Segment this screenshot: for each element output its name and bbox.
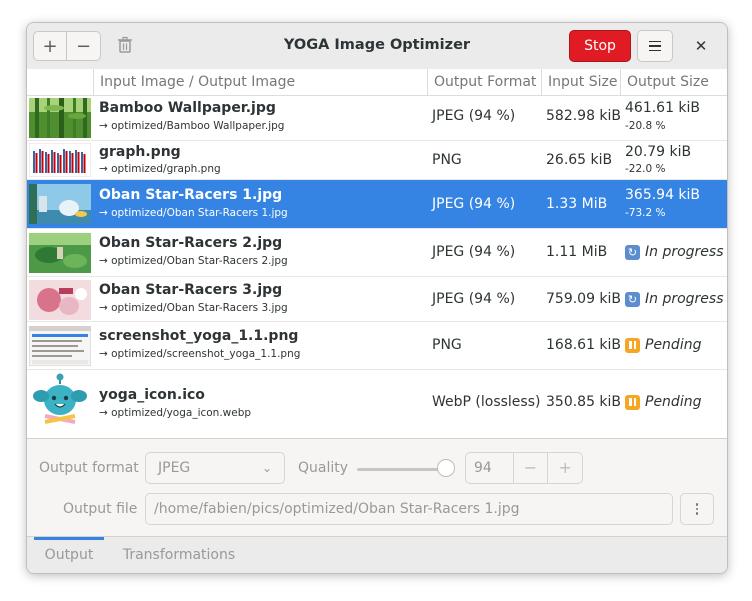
- size-ratio: -73.2 %: [625, 207, 666, 219]
- quality-value[interactable]: 94: [466, 453, 514, 483]
- column-header-input-size[interactable]: Input Size: [541, 69, 620, 95]
- input-size: 759.09 kiB: [546, 291, 622, 307]
- input-filename: graph.png: [99, 144, 181, 160]
- output-format: JPEG (94 %): [432, 244, 516, 260]
- output-filename: → optimized/Oban Star-Racers 3.jpg: [99, 302, 288, 314]
- output-format-label: Output format: [39, 460, 139, 476]
- output-format-dropdown[interactable]: JPEG ⌄: [145, 452, 285, 484]
- column-header-format[interactable]: Output Format: [427, 69, 541, 95]
- output-format: JPEG (94 %): [432, 291, 516, 307]
- main-menu-button[interactable]: [637, 30, 673, 62]
- output-filename: → optimized/screenshot_yoga_1.1.png: [99, 348, 301, 360]
- pause-icon: [625, 394, 640, 410]
- more-icon: [695, 503, 699, 506]
- output-format-value: JPEG: [158, 460, 191, 476]
- processing-status: ↻ In progress: [625, 291, 724, 307]
- input-filename: Oban Star-Racers 1.jpg: [99, 187, 283, 203]
- table-row[interactable]: screenshot_yoga_1.1.png → optimized/scre…: [27, 322, 727, 370]
- input-filename: yoga_icon.ico: [99, 387, 205, 403]
- output-format: PNG: [432, 152, 462, 168]
- output-filename: → optimized/Oban Star-Racers 1.jpg: [99, 207, 288, 219]
- table-row[interactable]: graph.png → optimized/graph.png PNG 26.6…: [27, 141, 727, 180]
- quality-label: Quality: [298, 460, 349, 476]
- output-filename: → optimized/Bamboo Wallpaper.jpg: [99, 120, 285, 132]
- input-filename: screenshot_yoga_1.1.png: [99, 328, 299, 344]
- status-text: In progress: [645, 291, 724, 307]
- output-filename: → optimized/Oban Star-Racers 2.jpg: [99, 255, 288, 267]
- input-size: 168.61 kiB: [546, 337, 622, 353]
- output-filename: → optimized/yoga_icon.webp: [99, 407, 252, 419]
- input-filename: Oban Star-Racers 2.jpg: [99, 235, 283, 251]
- size-ratio: -20.8 %: [625, 120, 666, 132]
- tab-output[interactable]: Output: [34, 537, 104, 573]
- table-row[interactable]: Bamboo Wallpaper.jpg → optimized/Bamboo …: [27, 95, 727, 141]
- sync-icon: ↻: [625, 244, 640, 260]
- thumbnail-image: [29, 280, 91, 320]
- thumbnail-image: [29, 143, 91, 177]
- output-settings-panel: Output format JPEG ⌄ Quality 94 − + Outp…: [27, 438, 727, 537]
- yoga-icon: [33, 373, 87, 424]
- column-header-image[interactable]: Input Image / Output Image: [93, 69, 428, 95]
- table-header: Input Image / Output Image Output Format…: [27, 69, 727, 96]
- output-size: 365.94 kiB: [625, 187, 701, 203]
- table-row[interactable]: yoga_icon.ico → optimized/yoga_icon.webp…: [27, 370, 727, 436]
- status-text: In progress: [645, 244, 724, 260]
- output-format: JPEG (94 %): [432, 108, 516, 124]
- processing-status: ↻ In progress: [625, 244, 724, 260]
- input-size: 350.85 kiB: [546, 394, 622, 410]
- output-format: WebP (lossless): [432, 394, 541, 410]
- input-filename: Oban Star-Racers 3.jpg: [99, 282, 283, 298]
- quality-slider-handle[interactable]: [437, 459, 455, 477]
- sync-icon: ↻: [625, 291, 640, 307]
- input-size: 1.11 MiB: [546, 244, 608, 260]
- output-format: JPEG (94 %): [432, 196, 516, 212]
- thumbnail-image: [29, 184, 91, 224]
- thumbnail-image: [29, 98, 91, 138]
- output-file-field[interactable]: /home/fabien/pics/optimized/Oban Star-Ra…: [145, 493, 673, 525]
- status-text: Pending: [645, 394, 702, 410]
- output-size: 20.79 kiB: [625, 144, 692, 160]
- table-row[interactable]: Oban Star-Racers 3.jpg → optimized/Oban …: [27, 277, 727, 322]
- tab-transformations[interactable]: Transformations: [115, 537, 243, 573]
- bottom-tab-bar: Output Transformations: [27, 536, 727, 573]
- input-size: 26.65 kiB: [546, 152, 613, 168]
- column-header-output-size[interactable]: Output Size: [620, 69, 727, 95]
- input-size: 1.33 MiB: [546, 196, 608, 212]
- browse-output-button[interactable]: [680, 493, 714, 525]
- quality-spinbutton[interactable]: 94 − +: [465, 452, 583, 484]
- output-format: PNG: [432, 337, 462, 353]
- processing-status: Pending: [625, 337, 701, 353]
- chevron-down-icon: ⌄: [261, 461, 272, 475]
- header-bar: + − YOGA Image Optimizer Stop ✕: [27, 23, 727, 70]
- stop-button[interactable]: Stop: [569, 30, 631, 62]
- close-icon: ✕: [694, 37, 708, 55]
- size-ratio: -22.0 %: [625, 163, 666, 175]
- input-filename: Bamboo Wallpaper.jpg: [99, 100, 276, 116]
- quality-slider-track[interactable]: [357, 468, 447, 471]
- processing-status: Pending: [625, 394, 701, 410]
- table-row-selected[interactable]: Oban Star-Racers 1.jpg → optimized/Oban …: [27, 180, 727, 229]
- app-window: + − YOGA Image Optimizer Stop ✕ Input Im…: [26, 22, 728, 574]
- thumbnail-image: [29, 372, 91, 434]
- table-row[interactable]: Oban Star-Racers 2.jpg → optimized/Oban …: [27, 229, 727, 277]
- output-file-label: Output file: [63, 501, 138, 517]
- input-size: 582.98 kiB: [546, 108, 622, 124]
- thumbnail-image: [29, 233, 91, 273]
- pause-icon: [625, 337, 640, 353]
- close-button[interactable]: ✕: [689, 34, 713, 58]
- status-text: Pending: [645, 337, 702, 353]
- hamburger-icon: [649, 40, 661, 43]
- output-size: 461.61 kiB: [625, 100, 701, 116]
- output-filename: → optimized/graph.png: [99, 163, 221, 175]
- image-table: Input Image / Output Image Output Format…: [27, 69, 727, 438]
- quality-increase-button[interactable]: +: [548, 453, 582, 483]
- quality-decrease-button[interactable]: −: [514, 453, 549, 483]
- thumbnail-image: [29, 326, 91, 366]
